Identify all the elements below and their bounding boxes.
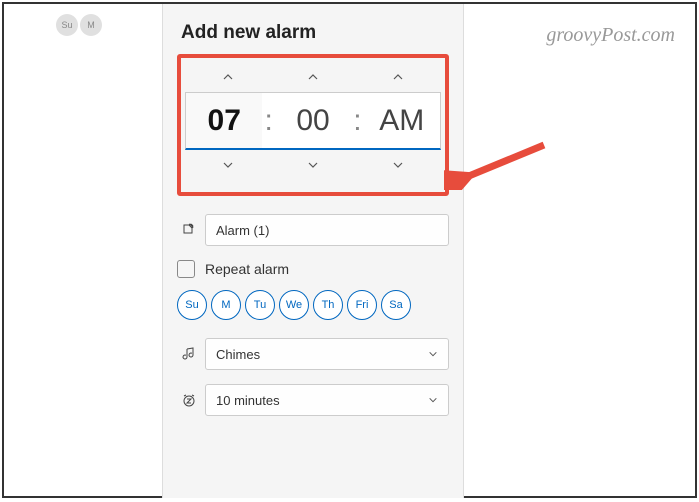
ampm-value[interactable]: AM bbox=[364, 93, 440, 148]
hours-value[interactable]: 07 bbox=[186, 93, 262, 148]
time-separator: : bbox=[262, 104, 274, 138]
sound-dropdown[interactable]: Chimes bbox=[205, 338, 449, 370]
sound-value: Chimes bbox=[216, 347, 260, 362]
snooze-icon bbox=[177, 388, 201, 412]
day-friday[interactable]: Fri bbox=[347, 290, 377, 320]
snooze-value: 10 minutes bbox=[216, 393, 280, 408]
bg-chip: M bbox=[80, 14, 102, 36]
chevron-up-icon bbox=[222, 71, 234, 83]
repeat-label: Repeat alarm bbox=[205, 261, 289, 277]
chevron-down-icon bbox=[428, 395, 438, 405]
chevron-down-icon bbox=[307, 159, 319, 171]
chevron-down-icon bbox=[222, 159, 234, 171]
day-saturday[interactable]: Sa bbox=[381, 290, 411, 320]
day-wednesday[interactable]: We bbox=[279, 290, 309, 320]
background-day-chips: Su M bbox=[56, 14, 102, 36]
panel-title: Add new alarm bbox=[181, 22, 449, 44]
chevron-down-icon bbox=[392, 159, 404, 171]
alarm-name-value: Alarm (1) bbox=[216, 223, 269, 238]
ampm-down-button[interactable] bbox=[358, 154, 438, 176]
day-thursday[interactable]: Th bbox=[313, 290, 343, 320]
time-separator: : bbox=[351, 104, 363, 138]
chevron-down-icon bbox=[428, 349, 438, 359]
music-note-icon bbox=[177, 342, 201, 366]
minutes-down-button[interactable] bbox=[273, 154, 353, 176]
repeat-checkbox[interactable] bbox=[177, 260, 195, 278]
day-sunday[interactable]: Su bbox=[177, 290, 207, 320]
time-picker[interactable]: 07 : 00 : AM bbox=[185, 92, 441, 150]
minutes-value[interactable]: 00 bbox=[275, 93, 351, 148]
chevron-up-icon bbox=[392, 71, 404, 83]
hours-down-button[interactable] bbox=[188, 154, 268, 176]
edit-icon bbox=[177, 218, 201, 242]
snooze-dropdown[interactable]: 10 minutes bbox=[205, 384, 449, 416]
day-monday[interactable]: M bbox=[211, 290, 241, 320]
bg-chip: Su bbox=[56, 14, 78, 36]
alarm-name-input[interactable]: Alarm (1) bbox=[205, 214, 449, 246]
add-alarm-panel: Add new alarm 07 : 00 : AM bbox=[162, 4, 464, 498]
chevron-up-icon bbox=[307, 71, 319, 83]
day-tuesday[interactable]: Tu bbox=[245, 290, 275, 320]
ampm-up-button[interactable] bbox=[358, 66, 438, 88]
watermark: groovyPost.com bbox=[546, 24, 675, 47]
time-picker-highlight: 07 : 00 : AM bbox=[177, 54, 449, 196]
hours-up-button[interactable] bbox=[188, 66, 268, 88]
days-selector: Su M Tu We Th Fri Sa bbox=[177, 290, 449, 320]
minutes-up-button[interactable] bbox=[273, 66, 353, 88]
